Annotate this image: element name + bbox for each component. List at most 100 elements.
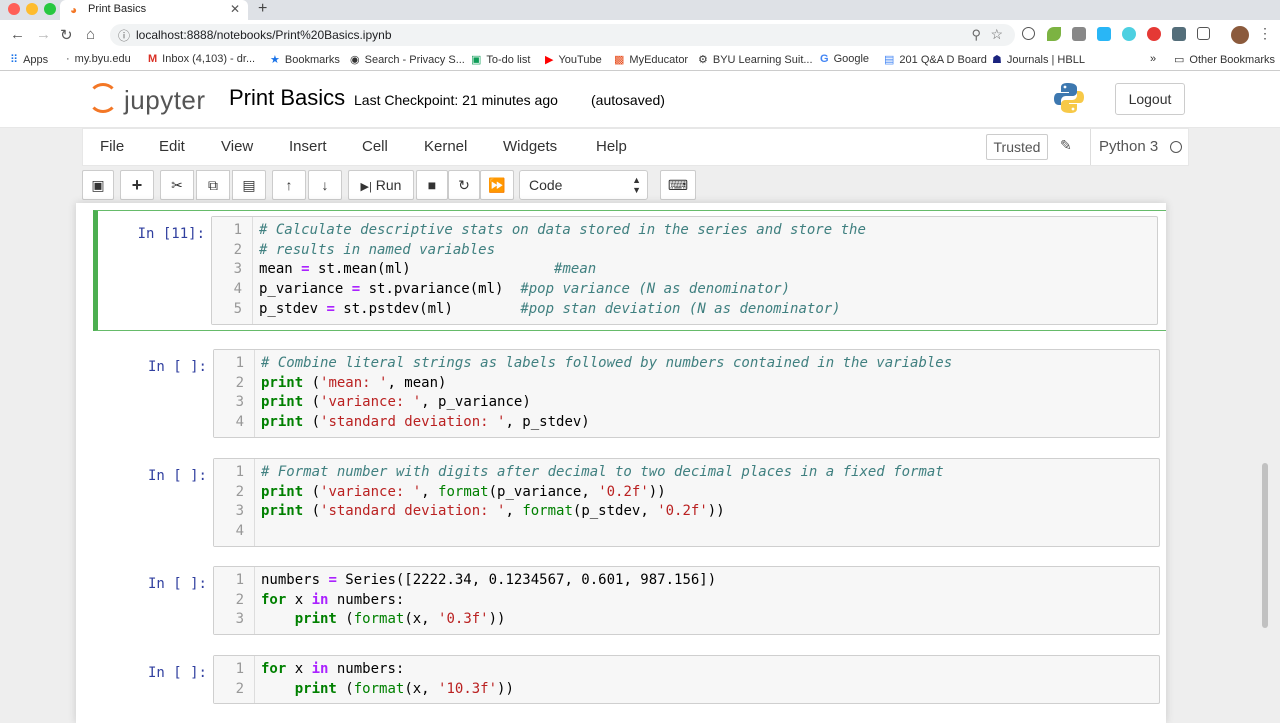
move-down-button[interactable]: ↓	[308, 170, 342, 200]
paste-icon: ▤	[242, 177, 256, 193]
extension-snowflake-icon[interactable]	[1122, 27, 1136, 41]
minimize-window-icon[interactable]	[26, 3, 38, 15]
menu-file[interactable]: File	[100, 138, 124, 155]
bookmark-myeducator[interactable]: ▩ MyEducator	[614, 53, 688, 66]
line-number: 2	[235, 374, 244, 391]
menu-edit[interactable]: Edit	[159, 138, 185, 155]
browser-tab[interactable]: ◕ Print Basics ✕	[60, 0, 248, 20]
browser-tab-title: Print Basics	[88, 3, 147, 15]
bookmark-star-icon[interactable]: ☆	[990, 26, 1003, 43]
kernel-name: Python 3	[1090, 129, 1158, 165]
bookmarks-overflow-icon[interactable]: »	[1150, 53, 1156, 65]
run-step-icon: ▶|	[360, 181, 372, 193]
command-palette-button[interactable]: ⌨	[660, 170, 696, 200]
bookmark-journals[interactable]: ☗ Journals | HBLL	[992, 53, 1085, 66]
notebook-title[interactable]: Print Basics	[229, 85, 345, 111]
code-text: # Calculate descriptive stats on data st…	[259, 222, 866, 238]
maximize-window-icon[interactable]	[44, 3, 56, 15]
extension-info-icon[interactable]	[1022, 27, 1035, 40]
cell-type-select[interactable]: Code ▲ ▼	[519, 170, 648, 200]
bookmark-todo[interactable]: ▣ To-do list	[471, 53, 530, 66]
cell-prompt: In [ ]:	[147, 665, 207, 681]
cell-input-editor[interactable]: 1 # Calculate descriptive stats on data s…	[211, 216, 1158, 325]
code-cell[interactable]: In [ ]: 1 # Combine literal strings as lab…	[94, 343, 1166, 444]
forward-icon[interactable]: →	[36, 26, 51, 43]
code-cell[interactable]: In [ ]: 1 for x in numbers: 2 print (format…	[94, 649, 1166, 710]
new-tab-icon[interactable]: +	[258, 0, 267, 18]
bookmark-bookmarks[interactable]: ★ Bookmarks	[270, 53, 340, 66]
bookmark-google[interactable]: G Google	[820, 53, 869, 65]
insert-cell-button[interactable]: +	[120, 170, 154, 200]
code-token: #pop stan deviation (N as denominator)	[520, 300, 841, 317]
reload-icon[interactable]: ↻	[60, 26, 73, 44]
cell-input-editor[interactable]: 1 # Format number with digits after decim…	[213, 458, 1160, 547]
restart-run-all-button[interactable]: ⏩	[480, 170, 514, 200]
bookmark-my-byu[interactable]: · my.byu.edu	[66, 53, 131, 65]
code-token: , p_stdev)	[505, 414, 590, 431]
menu-widgets[interactable]: Widgets	[503, 138, 557, 155]
restart-button[interactable]: ↻	[448, 170, 480, 200]
info-icon[interactable]: ⓘ	[118, 27, 130, 44]
trusted-badge[interactable]: Trusted	[986, 134, 1048, 160]
run-button[interactable]: ▶| Run	[348, 170, 414, 200]
menu-view[interactable]: View	[221, 138, 253, 155]
page-scrollbar[interactable]	[1262, 463, 1268, 628]
browser-menu-icon[interactable]: ⋮	[1258, 25, 1272, 42]
code-token: print	[261, 503, 304, 520]
close-tab-icon[interactable]: ✕	[230, 2, 240, 16]
bookmark-inbox[interactable]: M Inbox (4,103) - dr...	[148, 53, 255, 65]
save-button[interactable]: ▣	[82, 170, 114, 200]
code-cell[interactable]: In [11]: 1 # Calculate descriptive stats o…	[93, 210, 1166, 331]
learning-suite-icon: ⚙	[698, 54, 708, 66]
cell-prompt: In [11]:	[137, 226, 205, 242]
extension-opera-icon[interactable]	[1147, 27, 1161, 41]
menu-help[interactable]: Help	[596, 138, 627, 155]
extension-copy-icon[interactable]	[1097, 27, 1111, 41]
code-token: # Combine literal strings as labels foll…	[261, 355, 953, 371]
code-text: for x in numbers:	[261, 592, 404, 608]
home-icon[interactable]: ⌂	[86, 26, 95, 43]
jupyter-logo[interactable]: jupyter	[88, 83, 206, 116]
cell-input-editor[interactable]: 1 for x in numbers: 2 print (format(x, '10…	[213, 655, 1160, 705]
menu-kernel[interactable]: Kernel	[424, 138, 467, 155]
copy-button[interactable]: ⧉	[196, 170, 230, 200]
extension-box-icon[interactable]	[1197, 27, 1210, 40]
bookmark-byu-learning-suite[interactable]: ⚙ BYU Learning Suit...	[698, 53, 813, 66]
logout-button[interactable]: Logout	[1115, 83, 1185, 115]
bookmark-qa-board[interactable]: ▤ 201 Q&A D Board	[884, 53, 987, 66]
other-bookmarks[interactable]: ▭ Other Bookmarks	[1174, 53, 1275, 66]
code-token: format	[353, 611, 405, 628]
line-number: 2	[233, 241, 242, 258]
extension-shield-icon[interactable]	[1172, 27, 1186, 41]
cell-input-editor[interactable]: 1 # Combine literal strings as labels fol…	[213, 349, 1160, 438]
bookmark-youtube[interactable]: ▶ YouTube	[545, 53, 602, 66]
move-up-button[interactable]: ↑	[272, 170, 306, 200]
code-cell[interactable]: In [ ]: 1 numbers = Series([2222.34, 0.123…	[94, 560, 1166, 641]
bookmark-apps[interactable]: ⠿ Apps	[10, 53, 48, 66]
code-token: '0.2f'	[657, 503, 708, 520]
line-number: 4	[235, 523, 244, 540]
address-bar[interactable]: ⓘ localhost:8888/notebooks/Print%20Basic…	[110, 24, 1015, 46]
address-url: localhost:8888/notebooks/Print%20Basics.…	[136, 28, 392, 42]
code-token: =	[351, 281, 361, 298]
back-icon[interactable]: ←	[10, 26, 25, 43]
bookmark-search-privacy[interactable]: ◉ Search - Privacy S...	[350, 53, 465, 66]
cut-button[interactable]: ✂	[160, 170, 194, 200]
paste-button[interactable]: ▤	[232, 170, 266, 200]
extension-puzzle-icon[interactable]	[1072, 27, 1086, 41]
cell-input-editor[interactable]: 1 numbers = Series([2222.34, 0.1234567, 0…	[213, 566, 1160, 636]
line-number: 1	[233, 222, 242, 238]
menu-cell[interactable]: Cell	[362, 138, 388, 155]
code-token: (	[303, 503, 321, 520]
extension-leaf-icon[interactable]	[1047, 27, 1061, 41]
code-cell[interactable]: In [ ]: 1 # Format number with digits afte…	[94, 452, 1166, 553]
zoom-icon[interactable]: ⚲	[971, 27, 981, 43]
profile-avatar[interactable]	[1231, 26, 1249, 44]
code-token: print	[261, 414, 304, 431]
menu-insert[interactable]: Insert	[289, 138, 327, 155]
interrupt-button[interactable]: ■	[416, 170, 448, 200]
close-window-icon[interactable]	[8, 3, 20, 15]
code-token: =	[326, 300, 335, 317]
restart-icon: ↻	[458, 177, 470, 193]
